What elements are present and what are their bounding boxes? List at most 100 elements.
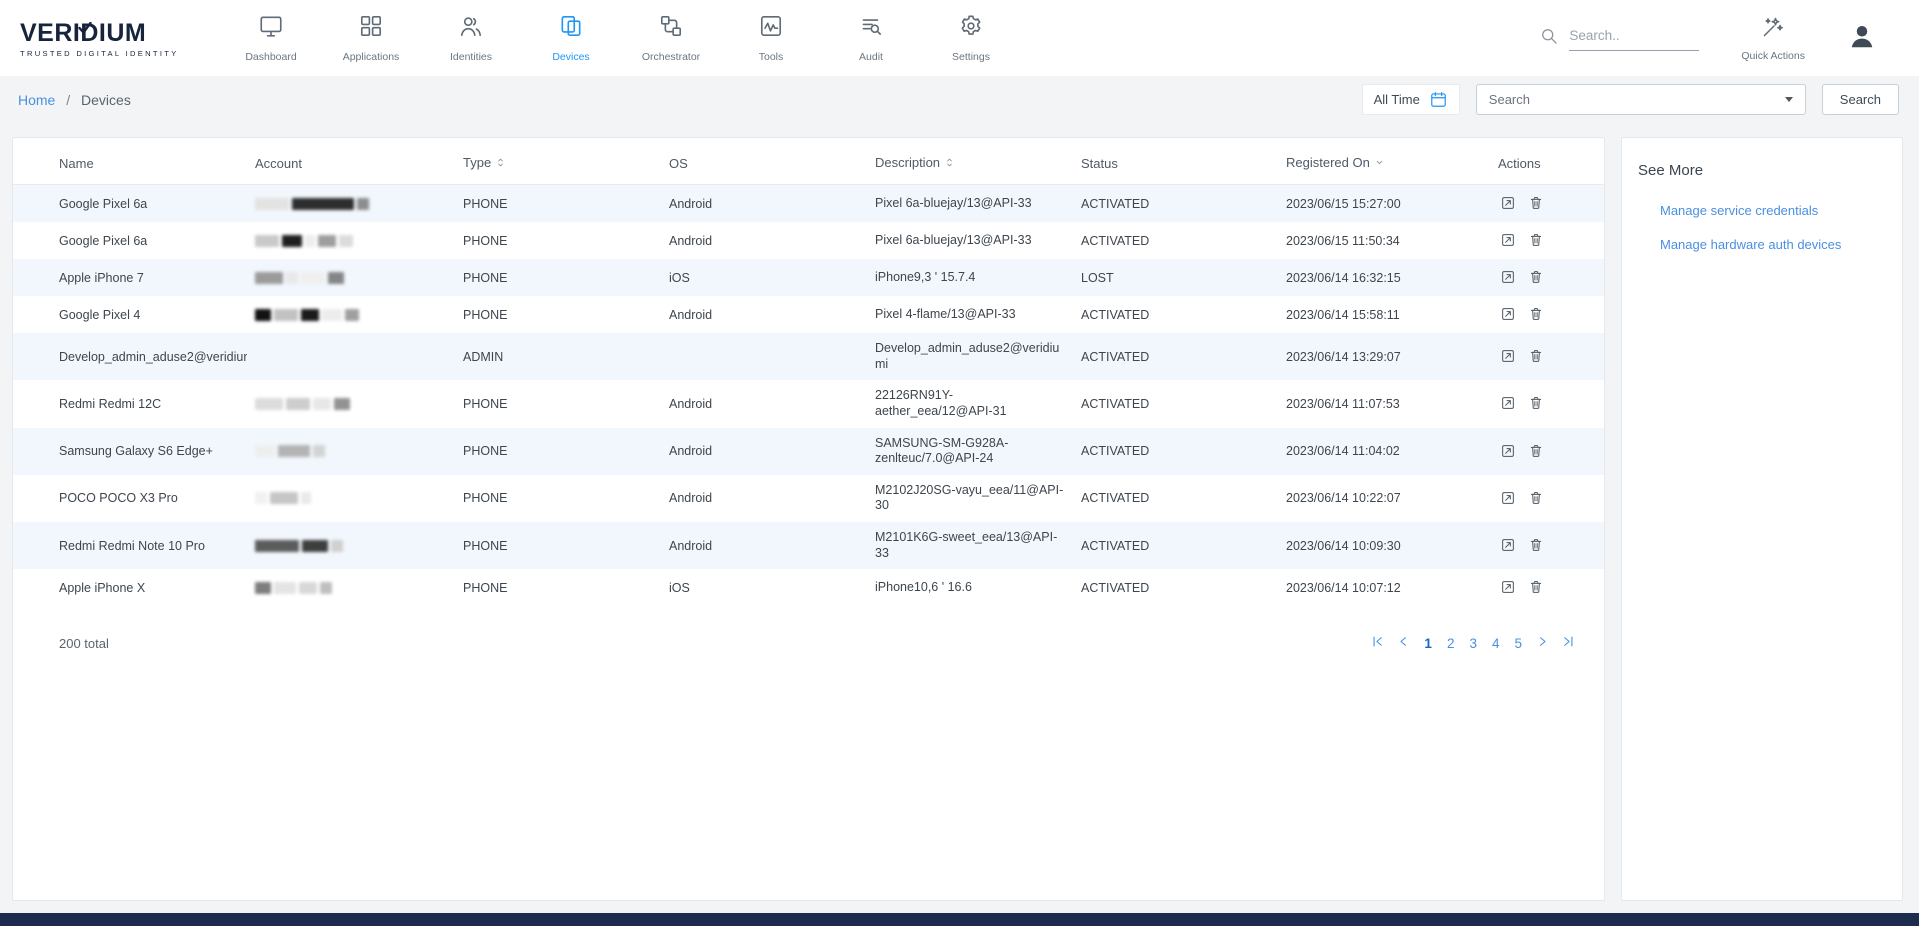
- sort-desc-icon: [1374, 156, 1385, 171]
- open-device-log-button[interactable]: [1498, 304, 1518, 324]
- open-device-log-button[interactable]: [1498, 346, 1518, 366]
- delete-device-button[interactable]: [1526, 346, 1546, 366]
- open-device-log-button[interactable]: [1498, 393, 1518, 413]
- page-number-2[interactable]: 2: [1443, 635, 1459, 652]
- open-device-log-button[interactable]: [1498, 267, 1518, 287]
- type-cell: PHONE: [455, 428, 661, 475]
- account-cell: [247, 522, 455, 569]
- open-device-log-button[interactable]: [1498, 230, 1518, 250]
- table-row: Google Pixel 6aPHONEAndroidPixel 6a-blue…: [13, 222, 1605, 259]
- nav-item-identities[interactable]: Identities: [421, 0, 521, 76]
- total-count: 200 total: [59, 636, 109, 651]
- breadcrumb-home-link[interactable]: Home: [18, 92, 55, 108]
- search-button[interactable]: Search: [1822, 84, 1899, 115]
- device-log-icon: [1500, 348, 1516, 364]
- nav-item-orchestrator[interactable]: Orchestrator: [621, 0, 721, 76]
- footer-bar: [0, 913, 1919, 926]
- table-footer: 200 total 12345: [13, 632, 1604, 654]
- main-nav: Dashboard Applications Identities DevicesOr…: [221, 0, 1021, 76]
- open-device-log-button[interactable]: [1498, 193, 1518, 213]
- first-page-button[interactable]: [1368, 632, 1387, 654]
- column-header-account: Account: [247, 142, 455, 185]
- delete-device-button[interactable]: [1526, 267, 1546, 287]
- dashboard-icon: [258, 13, 284, 44]
- os-cell: Android: [661, 222, 867, 259]
- nav-item-label: Dashboard: [245, 51, 296, 63]
- table-row: Apple iPhone XPHONEiOSiPhone10,6 ' 16.6A…: [13, 569, 1605, 606]
- quick-actions-button[interactable]: Quick Actions: [1741, 15, 1805, 62]
- open-device-log-button[interactable]: [1498, 488, 1518, 508]
- next-page-button[interactable]: [1533, 632, 1552, 654]
- registered-on-cell: 2023/06/15 15:27:00: [1278, 185, 1490, 223]
- account-cell: [247, 569, 455, 606]
- delete-device-button[interactable]: [1526, 193, 1546, 213]
- column-header-description[interactable]: Description: [867, 142, 1073, 185]
- profile-icon: [1847, 38, 1877, 55]
- open-device-log-button[interactable]: [1498, 441, 1518, 461]
- delete-device-button[interactable]: [1526, 577, 1546, 597]
- devices-table-card: NameAccountTypeOSDescriptionStatusRegist…: [12, 137, 1605, 901]
- page-next-icon: [1535, 634, 1550, 652]
- global-search-input[interactable]: [1569, 28, 1699, 43]
- redacted-account: [255, 271, 447, 284]
- page-number-3[interactable]: 3: [1465, 635, 1481, 652]
- see-more-link-manage-service-credentials[interactable]: Manage service credentials: [1622, 203, 1902, 218]
- status-cell: ACTIVATED: [1073, 569, 1278, 606]
- account-cell: [247, 296, 455, 333]
- nav-item-devices[interactable]: Devices: [521, 0, 621, 76]
- search-field-select-value: Search: [1489, 92, 1530, 107]
- device-name-cell: Google Pixel 6a: [13, 185, 247, 223]
- devices-icon: [558, 13, 584, 44]
- page-number-4[interactable]: 4: [1488, 635, 1504, 652]
- status-cell: ACTIVATED: [1073, 296, 1278, 333]
- page-number-5[interactable]: 5: [1510, 635, 1526, 652]
- column-header-registered-on[interactable]: Registered On: [1278, 142, 1490, 185]
- delete-device-button[interactable]: [1526, 535, 1546, 555]
- column-header-type[interactable]: Type: [455, 142, 661, 185]
- nav-item-audit[interactable]: Audit: [821, 0, 921, 76]
- table-header-row: NameAccountTypeOSDescriptionStatusRegist…: [13, 142, 1605, 185]
- prev-page-button[interactable]: [1394, 632, 1413, 654]
- delete-device-button[interactable]: [1526, 488, 1546, 508]
- sort-both-icon: [944, 156, 955, 171]
- nav-item-label: Identities: [450, 51, 492, 63]
- brand-name: VERIDIUM: [20, 19, 146, 48]
- search-field-select[interactable]: Search: [1476, 84, 1806, 115]
- trash-icon: [1528, 232, 1544, 248]
- nav-item-dashboard[interactable]: Dashboard: [221, 0, 321, 76]
- nav-item-tools[interactable]: Tools: [721, 0, 821, 76]
- column-header-actions: Actions: [1490, 142, 1605, 185]
- delete-device-button[interactable]: [1526, 230, 1546, 250]
- description-cell: Pixel 6a-bluejay/13@API-33: [867, 185, 1073, 223]
- os-cell: Android: [661, 296, 867, 333]
- delete-device-button[interactable]: [1526, 393, 1546, 413]
- status-cell: ACTIVATED: [1073, 475, 1278, 522]
- top-bar: VERIDIUM TRUSTED DIGITAL IDENTITY Dashbo…: [0, 0, 1919, 76]
- search-icon[interactable]: [1539, 26, 1559, 51]
- nav-item-applications[interactable]: Applications: [321, 0, 421, 76]
- delete-device-button[interactable]: [1526, 304, 1546, 324]
- actions-cell: [1490, 475, 1605, 522]
- device-log-icon: [1500, 490, 1516, 506]
- registered-on-cell: 2023/06/15 11:50:34: [1278, 222, 1490, 259]
- global-search: [1539, 26, 1699, 51]
- time-range-filter[interactable]: All Time: [1362, 84, 1460, 115]
- profile-button[interactable]: [1847, 21, 1877, 56]
- breadcrumb-bar: Home / Devices All Time Search Search: [0, 76, 1919, 123]
- last-page-button[interactable]: [1559, 632, 1578, 654]
- table-row: Google Pixel 4PHONEAndroidPixel 4-flame/…: [13, 296, 1605, 333]
- page-last-icon: [1561, 634, 1576, 652]
- column-label: Status: [1081, 156, 1118, 171]
- open-device-log-button[interactable]: [1498, 535, 1518, 555]
- type-cell: PHONE: [455, 259, 661, 296]
- nav-item-settings[interactable]: Settings: [921, 0, 1021, 76]
- device-name-cell: Google Pixel 4: [13, 296, 247, 333]
- description-cell: Pixel 4-flame/13@API-33: [867, 296, 1073, 333]
- see-more-link-manage-hardware-auth-devices[interactable]: Manage hardware auth devices: [1622, 237, 1902, 252]
- open-device-log-button[interactable]: [1498, 577, 1518, 597]
- page-number-1[interactable]: 1: [1420, 635, 1436, 652]
- column-header-status: Status: [1073, 142, 1278, 185]
- delete-device-button[interactable]: [1526, 441, 1546, 461]
- description-cell: iPhone9,3 ' 15.7.4: [867, 259, 1073, 296]
- os-cell: Android: [661, 380, 867, 427]
